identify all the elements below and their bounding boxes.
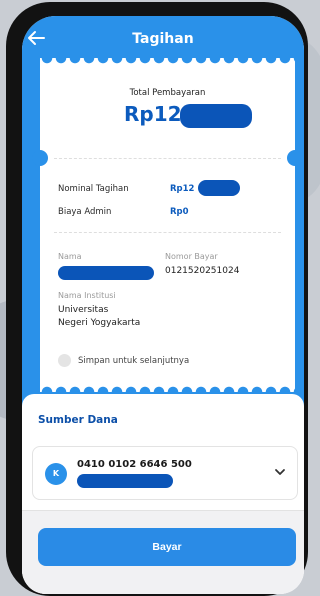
- institusi-line1: Universitas: [58, 305, 109, 315]
- nama-institusi-label: Nama Institusi: [58, 291, 116, 300]
- receipt-edge: [40, 58, 295, 66]
- pay-button[interactable]: Bayar: [38, 528, 296, 566]
- nominal-tagihan-label: Nominal Tagihan: [58, 184, 129, 194]
- account-selector[interactable]: K 0410 0102 6646 500: [32, 446, 298, 500]
- receipt-notch: [287, 150, 303, 166]
- sumber-dana-title: Sumber Dana: [38, 414, 118, 426]
- receipt-edge: [40, 384, 295, 392]
- redacted-nominal: [198, 180, 240, 196]
- divider: [54, 158, 281, 159]
- divider: [54, 232, 281, 233]
- save-for-later-toggle[interactable]: Simpan untuk selanjutnya: [58, 354, 189, 367]
- nomor-bayar-value: 0121520251024: [165, 266, 240, 276]
- institusi-line2: Negeri Yogyakarta: [58, 318, 141, 328]
- back-arrow-icon[interactable]: [26, 30, 46, 46]
- app-screen: Tagihan Total Pembayaran Rp12. Nominal T…: [22, 16, 304, 594]
- redacted-nama: [58, 266, 154, 280]
- bill-receipt-card: Total Pembayaran Rp12. Nominal Tagihan R…: [32, 58, 303, 392]
- app-header: Tagihan: [22, 24, 304, 54]
- nominal-tagihan-value: Rp12: [170, 184, 195, 194]
- nomor-bayar-label: Nomor Bayar: [165, 252, 218, 261]
- receipt-notch: [32, 150, 48, 166]
- page-title: Tagihan: [132, 31, 194, 47]
- account-avatar: K: [45, 463, 67, 485]
- redacted-account-name: [77, 474, 173, 488]
- total-label: Total Pembayaran: [129, 88, 206, 98]
- biaya-admin-label: Biaya Admin: [58, 207, 112, 217]
- nama-label: Nama: [58, 252, 82, 261]
- account-number: 0410 0102 6646 500: [77, 459, 192, 470]
- save-label: Simpan untuk selanjutnya: [78, 355, 190, 366]
- redacted-amount: [180, 104, 252, 128]
- phone-frame: Tagihan Total Pembayaran Rp12. Nominal T…: [6, 2, 308, 596]
- biaya-admin-value: Rp0: [170, 207, 189, 217]
- radio-check-icon[interactable]: [58, 354, 71, 367]
- chevron-down-icon[interactable]: [273, 465, 287, 479]
